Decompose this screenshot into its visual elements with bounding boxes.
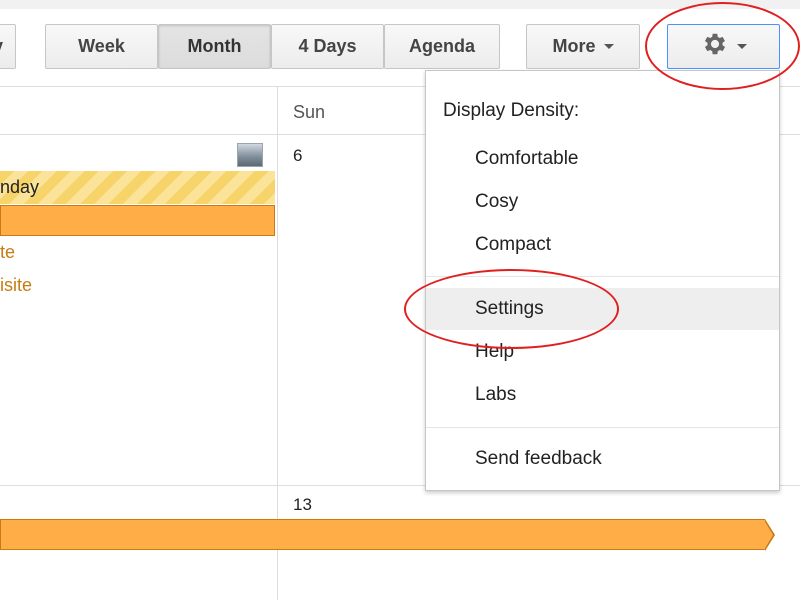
agenda-view-button[interactable]: Agenda	[384, 24, 500, 69]
menu-item-label: Comfortable	[475, 148, 579, 169]
menu-item-settings[interactable]: Settings	[426, 288, 779, 330]
chevron-down-icon	[603, 44, 614, 49]
four-days-view-label: 4 Days	[298, 36, 357, 56]
month-view-label: Month	[187, 36, 242, 56]
menu-item-label: Labs	[475, 384, 517, 405]
display-density-heading: Display Density:	[443, 100, 580, 121]
menu-item-cosy[interactable]: Cosy	[426, 181, 779, 223]
settings-menu: Display Density: Comfortable Cosy Compac…	[425, 70, 780, 491]
date-cell-13[interactable]: 13	[293, 495, 312, 515]
menu-item-label: Help	[475, 341, 515, 362]
gear-icon	[701, 30, 729, 63]
menu-item-label: Cosy	[475, 191, 519, 212]
four-days-view-button[interactable]: 4 Days	[271, 24, 384, 69]
settings-gear-button[interactable]	[667, 24, 780, 69]
chevron-down-icon	[736, 44, 747, 49]
day-header-sun: Sun	[293, 102, 326, 122]
event-orange[interactable]	[0, 205, 275, 236]
date-cell-6[interactable]: 6	[293, 146, 302, 166]
menu-item-label: Settings	[475, 298, 544, 319]
menu-item-comfortable[interactable]: Comfortable	[426, 138, 779, 180]
menu-item-send-feedback[interactable]: Send feedback	[426, 438, 779, 480]
menu-item-help[interactable]: Help	[426, 331, 779, 373]
more-label: More	[552, 36, 596, 56]
top-strip	[0, 0, 800, 9]
menu-separator	[426, 276, 779, 277]
event-text-1[interactable]: te	[0, 242, 15, 263]
more-button[interactable]: More	[526, 24, 640, 69]
event-multiday-arrow-fill	[764, 520, 773, 550]
calendar-app: y Week Month 4 Days Agenda More Sun 6 13…	[0, 0, 800, 600]
menu-item-compact[interactable]: Compact	[426, 224, 779, 266]
week-view-label: Week	[78, 36, 125, 56]
event-striped[interactable]: nday	[0, 171, 275, 204]
menu-item-label: Send feedback	[475, 448, 602, 469]
weather-icon	[237, 143, 263, 167]
month-view-button[interactable]: Month	[158, 24, 271, 69]
agenda-view-label: Agenda	[408, 36, 475, 56]
week-view-button[interactable]: Week	[45, 24, 158, 69]
day-view-label: y	[0, 36, 3, 57]
event-text-2[interactable]: isite	[0, 275, 32, 296]
menu-item-labs[interactable]: Labs	[426, 374, 779, 416]
menu-separator	[426, 427, 779, 428]
menu-item-label: Compact	[475, 234, 552, 255]
event-multiday[interactable]	[0, 519, 765, 550]
event-striped-label: nday	[0, 177, 40, 197]
day-view-button[interactable]: y	[0, 24, 16, 69]
